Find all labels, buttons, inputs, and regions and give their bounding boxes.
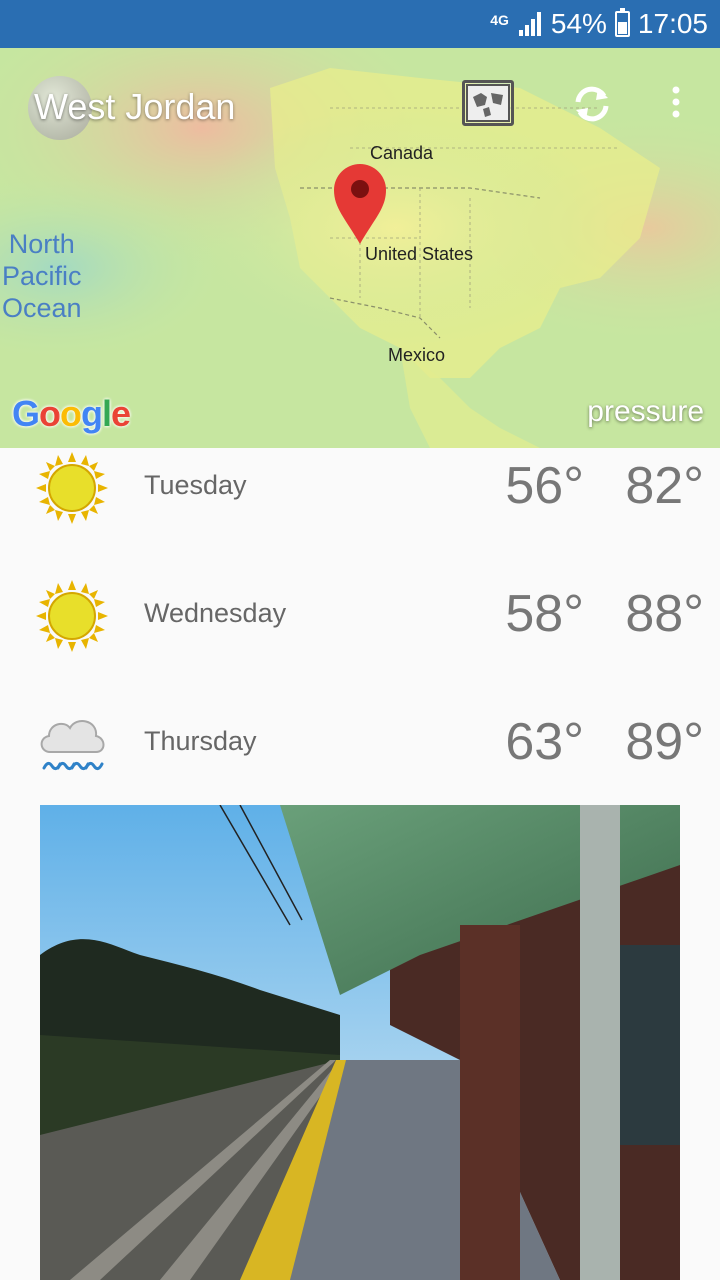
sunny-icon bbox=[36, 452, 108, 524]
weather-map[interactable]: West Jordan Canada United States Mexico … bbox=[0, 48, 720, 448]
map-label-ocean: North Pacific Ocean bbox=[2, 229, 82, 323]
google-logo: Google bbox=[12, 393, 131, 434]
rain-icon bbox=[40, 720, 105, 771]
temp-high: 88° bbox=[625, 585, 704, 643]
forecast-row[interactable]: Tuesday 56° 82° bbox=[0, 448, 720, 576]
status-bar: 4G 54% 17:05 bbox=[0, 0, 720, 48]
overflow-menu-button[interactable] bbox=[664, 84, 688, 124]
map-layer-name: pressure bbox=[587, 395, 704, 428]
temp-low: 56° bbox=[505, 457, 584, 515]
day-name: Tuesday bbox=[144, 470, 247, 500]
temp-high: 82° bbox=[625, 457, 704, 515]
map-label-canada: Canada bbox=[370, 143, 434, 163]
day-name: Wednesday bbox=[144, 598, 287, 628]
clock: 17:05 bbox=[637, 8, 708, 39]
map-label-mexico: Mexico bbox=[388, 345, 446, 365]
train-station-photo bbox=[40, 805, 680, 1280]
sunny-icon bbox=[36, 580, 108, 652]
map-label-united-states: United States bbox=[365, 244, 474, 264]
location-photo bbox=[40, 805, 680, 1280]
overflow-menu-icon bbox=[672, 86, 680, 118]
map-layers-button[interactable] bbox=[462, 80, 514, 126]
battery-percent: 54% bbox=[550, 8, 607, 39]
temp-low: 58° bbox=[505, 585, 584, 643]
city-title[interactable]: West Jordan bbox=[34, 86, 235, 128]
temp-low: 63° bbox=[505, 713, 584, 771]
forecast-row[interactable]: Wednesday 58° 88° bbox=[0, 576, 720, 704]
network-type: 4G bbox=[490, 12, 509, 28]
forecast-list: Tuesday 56° 82° Wednesday 58° 88° Thursd… bbox=[0, 448, 720, 832]
battery-icon bbox=[614, 8, 630, 37]
day-name: Thursday bbox=[144, 726, 257, 756]
map-layers-icon bbox=[466, 84, 510, 122]
signal-icon bbox=[517, 12, 543, 36]
temp-high: 89° bbox=[625, 713, 704, 771]
refresh-button[interactable] bbox=[570, 82, 614, 126]
refresh-icon bbox=[575, 86, 609, 122]
